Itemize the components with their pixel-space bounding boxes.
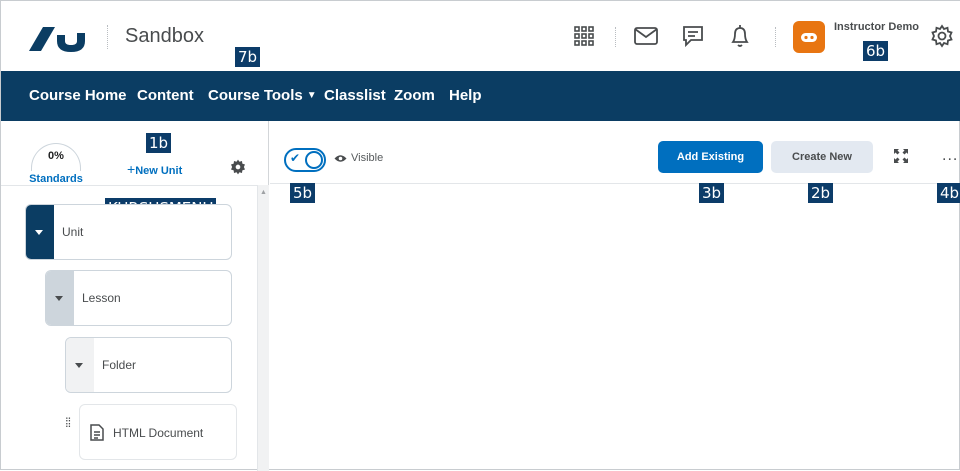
top-header: Sandbox 7b Instructor Demo 6b — [1, 1, 960, 71]
content-main: ✔ Visible Add Existing Create New ... 5b… — [270, 121, 960, 471]
settings-gear-icon[interactable] — [230, 159, 246, 180]
visibility-toggle[interactable]: ✔ — [284, 148, 326, 172]
tree-node-label: Folder — [102, 358, 137, 372]
scroll-up-icon[interactable]: ▲ — [260, 189, 267, 196]
annotation-badge-4b: 4b — [937, 183, 960, 203]
plus-icon: + — [127, 161, 136, 177]
nav-help[interactable]: Help — [449, 87, 482, 104]
nav-content[interactable]: Content — [137, 87, 194, 104]
course-navbar: Course Home Content Course Tools ▼ Classl… — [1, 71, 960, 121]
new-unit-button[interactable]: +New Unit — [127, 161, 182, 177]
logo[interactable] — [27, 23, 95, 53]
chevron-down-icon: ▼ — [306, 90, 317, 101]
annotation-badge-2b: 2b — [808, 183, 834, 203]
annotation-badge-3b: 3b — [699, 183, 725, 203]
bell-icon[interactable] — [727, 23, 753, 49]
tree-node-folder[interactable]: Folder — [65, 337, 232, 393]
annotation-badge-1b: 1b — [146, 133, 172, 153]
tree-node-label: Unit — [62, 225, 84, 239]
check-icon: ✔ — [290, 151, 301, 165]
tree-node-label: HTML Document — [113, 426, 204, 440]
nav-zoom[interactable]: Zoom — [394, 87, 435, 104]
fullscreen-icon[interactable] — [894, 149, 908, 168]
collapse-handle[interactable] — [66, 338, 94, 392]
annotation-badge-7b: 7b — [235, 47, 261, 67]
content-sidebar: 0% Standards 1b +New Unit ▲ KURSUSMENU U… — [1, 121, 269, 471]
annotation-badge-5b: 5b — [290, 183, 316, 203]
tree-node-label: Lesson — [82, 291, 121, 305]
gear-icon[interactable] — [929, 23, 955, 49]
tree-node-lesson[interactable]: Lesson — [45, 270, 232, 326]
user-name[interactable]: Instructor Demo — [834, 21, 919, 33]
more-options-button[interactable]: ... — [942, 147, 958, 165]
nav-classlist[interactable]: Classlist — [324, 87, 386, 104]
drag-handle-icon[interactable]: ⁞⁞ — [65, 416, 71, 429]
toggle-knob — [305, 151, 323, 169]
nav-course-home[interactable]: Course Home — [29, 87, 127, 104]
document-icon — [90, 424, 104, 441]
nav-course-tools-label: Course Tools — [208, 87, 303, 104]
new-unit-label: New Unit — [135, 165, 183, 177]
caret-down-icon — [55, 296, 63, 301]
standards-progress[interactable]: 0% Standards — [21, 143, 91, 185]
divider — [615, 27, 616, 47]
eye-icon — [334, 155, 347, 162]
avatar[interactable] — [793, 21, 825, 53]
mail-icon[interactable] — [633, 23, 659, 49]
toolbar-divider — [270, 183, 960, 184]
collapse-handle[interactable] — [26, 205, 54, 259]
org-title[interactable]: Sandbox — [125, 25, 204, 48]
tree-scrollbar[interactable]: ▲ — [257, 185, 269, 471]
tree-node-html-document[interactable]: HTML Document — [79, 404, 237, 460]
app-window: Sandbox 7b Instructor Demo 6b Course Hom… — [0, 0, 960, 471]
standards-percent: 0% — [31, 143, 81, 171]
nav-course-tools[interactable]: Course Tools ▼ — [208, 87, 317, 104]
divider — [775, 27, 776, 47]
waffle-icon[interactable] — [571, 23, 597, 49]
chat-icon[interactable] — [680, 23, 706, 49]
divider — [107, 25, 108, 49]
collapse-handle[interactable] — [46, 271, 74, 325]
annotation-badge-6b: 6b — [863, 41, 889, 61]
add-existing-button[interactable]: Add Existing — [658, 141, 763, 173]
caret-down-icon — [35, 230, 43, 235]
caret-down-icon — [75, 363, 83, 368]
standards-label: Standards — [29, 173, 83, 185]
tree-node-unit[interactable]: Unit — [25, 204, 232, 260]
visible-label: Visible — [351, 152, 384, 164]
create-new-button[interactable]: Create New — [771, 141, 873, 173]
visibility-status: Visible — [334, 152, 383, 164]
